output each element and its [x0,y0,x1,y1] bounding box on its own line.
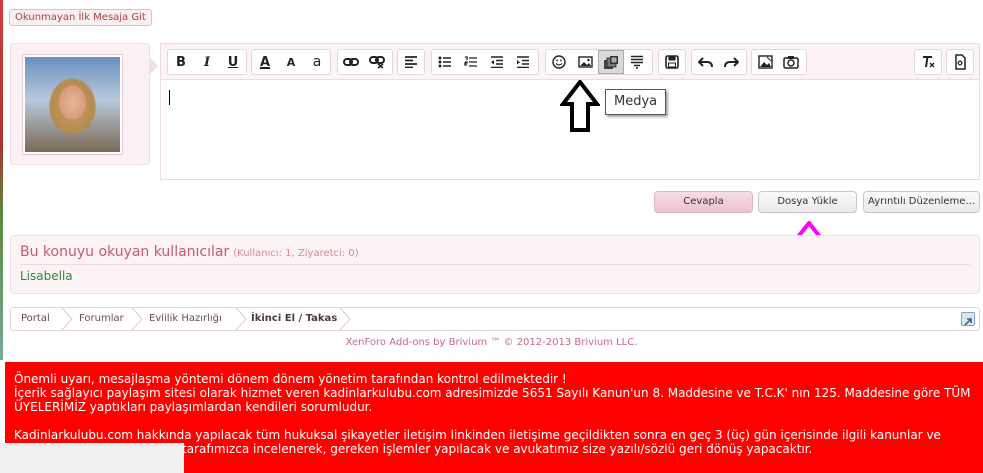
remove-format-group [914,49,942,75]
draft-group [658,49,686,75]
avatar-pointer [150,58,158,74]
numbered-list-icon[interactable] [458,50,484,74]
unread-first-message-button[interactable]: Okunmayan İlk Mesaja Git [9,9,152,26]
upload-file-button[interactable]: Dosya Yükle [758,191,857,213]
page: Okunmayan İlk Mesaja Git B I U A A a Med… [0,0,983,473]
photo-icon[interactable] [752,50,778,74]
link-group [337,49,393,75]
format-group: B I U [167,49,247,75]
indent-icon[interactable] [510,50,536,74]
breadcrumb-item-category[interactable]: Evlilik Hazırlığı [149,308,222,330]
font-size-icon[interactable]: A [278,50,304,74]
viewers-stats: (Kullanıcı: 1, Ziyaretci: 0) [233,248,359,259]
viewers-heading: Bu konuyu okuyan kullanıcılar (Kullanıcı:… [20,244,359,260]
image-icon[interactable] [572,50,598,74]
align-group [397,49,425,75]
jump-to-icon[interactable] [961,312,975,326]
toggle-bbcode-icon[interactable] [947,50,973,74]
italic-icon[interactable]: I [194,50,220,74]
advanced-edit-button[interactable]: Ayrıntılı Düzenleme... [863,191,980,213]
redo-icon[interactable] [718,50,744,74]
align-icon[interactable] [398,50,424,74]
viewers-heading-text: Bu konuyu okuyan kullanıcılar [20,244,230,260]
code-icon[interactable] [624,50,650,74]
black-annotation-arrow [560,80,600,132]
history-group [691,49,747,75]
breadcrumb-item-forums[interactable]: Forumlar [79,308,124,330]
thread-viewers-panel: Bu konuyu okuyan kullanıcılar (Kullanıcı:… [10,235,980,294]
editor-toolbar: B I U A A a [161,44,979,80]
link-icon[interactable] [338,50,364,74]
breadcrumb: Portal Forumlar Evlilik Hazırlığı İkinci… [10,307,980,331]
outdent-icon[interactable] [484,50,510,74]
list-group [431,49,539,75]
warning-line: Önemli uyarı, mesajlaşma yöntemi dönem d… [14,372,567,386]
media-icon[interactable] [598,50,624,74]
media-tooltip: Medya [605,89,667,115]
breadcrumb-item-portal[interactable]: Portal [21,308,50,330]
camera-icon[interactable] [778,50,804,74]
avatar[interactable] [22,54,123,155]
smiley-icon[interactable] [546,50,572,74]
insert-group [545,49,653,75]
undo-icon[interactable] [692,50,718,74]
photo-group [751,49,807,75]
breadcrumb-separator-icon [131,308,143,330]
warning-spacer [14,414,983,428]
breadcrumb-separator-icon [339,308,351,330]
font-group: A A a [251,49,331,75]
breadcrumb-separator-icon [61,308,73,330]
underline-icon[interactable]: U [220,50,246,74]
bullet-list-icon[interactable] [432,50,458,74]
overlay-block [0,443,184,473]
bold-icon[interactable]: B [168,50,194,74]
font-family-icon[interactable]: a [304,50,330,74]
text-caret [169,90,170,105]
warning-line: İçerik sağlayıcı paylaşım sitesi olarak … [14,386,971,400]
warning-line: ÜYELERİMİZ yaptıkları paylaşımlardan ken… [14,400,373,414]
unlink-icon[interactable] [364,50,390,74]
breadcrumb-item-current[interactable]: İkinci El / Takas [251,308,337,330]
user-avatar-panel [10,43,150,165]
viewers-divider [20,264,970,265]
avatar-image [25,57,120,152]
footer-credit[interactable]: XenForo Add-ons by Brivium ™ © 2012-2013… [0,337,983,348]
viewer-username[interactable]: Lisabella [20,269,73,283]
warning-line: Kadinlarkulubu.com hakkında yapılacak tü… [14,428,941,442]
toggle-bbcode-group [946,49,974,75]
reply-button[interactable]: Cevapla [654,191,753,213]
breadcrumb-separator-icon [235,308,247,330]
left-accent-strip [0,0,3,360]
save-draft-icon[interactable] [659,50,685,74]
text-color-icon[interactable]: A [252,50,278,74]
remove-format-icon[interactable] [915,50,941,74]
